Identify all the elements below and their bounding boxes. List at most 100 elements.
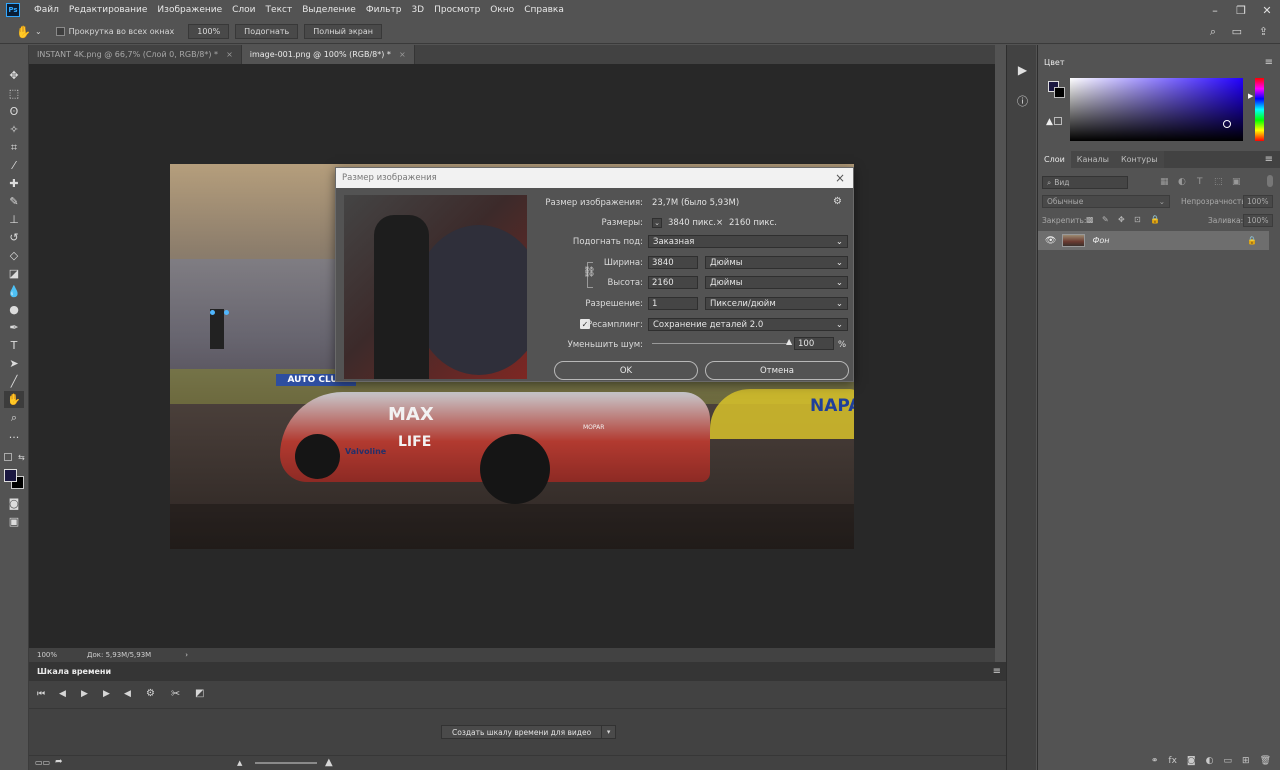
dimensions-unit-dropdown[interactable]: ⌄ [652,218,662,228]
filter-pixel-icon[interactable]: ▦ [1160,177,1169,187]
ok-button[interactable]: OK [554,361,698,380]
tab-layers[interactable]: Слои [1038,151,1071,168]
reduce-noise-slider-thumb[interactable]: ▲ [786,337,792,346]
lasso-tool-icon[interactable]: ʘ [4,103,24,120]
blur-tool-icon[interactable]: 💧 [4,283,24,300]
swap-colors-icon[interactable]: ⇆ [18,453,25,462]
panel-menu-icon[interactable]: ≡ [1265,154,1273,165]
lock-position-icon[interactable]: ✥ [1118,215,1125,224]
search-icon[interactable]: ⌕ [1210,25,1216,39]
layer-name[interactable]: Фон [1092,236,1109,245]
out-of-gamut-warning-icon[interactable]: ▲ [1046,117,1053,127]
pen-tool-icon[interactable]: ✒ [4,319,24,336]
menu-edit[interactable]: Редактирование [65,5,154,15]
render-video-icon[interactable]: ➦ [55,757,63,767]
delete-layer-icon[interactable]: 🗑 [1260,756,1271,766]
hand-tool-icon[interactable]: ✋ [16,25,31,39]
hand-tool-selected-icon[interactable]: ✋ [4,391,24,408]
lock-transparent-icon[interactable]: ▩ [1086,215,1094,224]
tab-channels[interactable]: Каналы [1070,151,1115,168]
layer-visibility-eye-icon[interactable]: 👁 [1045,236,1056,246]
lock-image-icon[interactable]: ✎ [1102,215,1109,224]
quick-mask-icon[interactable]: ◙ [4,495,24,512]
panel-menu-icon[interactable]: ≡ [993,666,1001,677]
healing-brush-tool-icon[interactable]: ✚ [4,175,24,192]
opacity-input[interactable]: 100% [1243,195,1273,208]
new-group-icon[interactable]: ▭ [1224,756,1233,766]
play-icon[interactable]: ▶ [81,689,88,699]
menu-3d[interactable]: 3D [407,5,430,15]
new-layer-icon[interactable]: ⊞ [1242,756,1250,766]
hue-slider[interactable] [1255,78,1264,141]
path-selection-tool-icon[interactable]: ➤ [4,355,24,372]
minimize-icon[interactable]: – [1202,0,1228,20]
color-picker-cursor[interactable] [1223,120,1231,128]
fit-to-select[interactable]: Заказная ⌄ [648,235,848,248]
actions-play-icon[interactable]: ▶ [1012,59,1033,80]
menu-text[interactable]: Текст [262,5,299,15]
zoom-out-icon[interactable]: ▲ [237,759,242,767]
scroll-all-checkbox[interactable] [55,27,65,36]
resample-method-select[interactable]: Сохранение деталей 2.0 ⌄ [648,318,848,331]
dialog-preview[interactable] [344,195,527,379]
split-scissors-icon[interactable]: ✂ [171,687,180,700]
scroll-all-option[interactable]: Прокрутка во всех окнах [55,27,174,36]
fit-screen-button[interactable]: Подогнать [235,24,299,39]
filter-shape-icon[interactable]: ⬚ [1214,177,1223,187]
more-tools-icon[interactable]: ··· [4,429,24,446]
brush-tool-icon[interactable]: ✎ [4,193,24,210]
height-input[interactable]: 2160 [648,276,698,289]
menu-window[interactable]: Окно [486,5,520,15]
create-video-timeline-button[interactable]: Создать шкалу времени для видео [441,725,603,739]
crop-tool-icon[interactable]: ⌗ [4,139,24,156]
first-frame-icon[interactable]: ⏮ [37,689,45,699]
resolution-input[interactable]: 1 [648,297,698,310]
status-menu-arrow[interactable]: › [185,651,188,659]
eyedropper-tool-icon[interactable]: ⁄ [4,157,24,174]
audio-icon[interactable]: ◀ [124,689,131,699]
zoom-100-button[interactable]: 100% [188,24,230,39]
filter-smart-object-icon[interactable]: ▣ [1232,177,1241,187]
link-layers-icon[interactable]: ⚭ [1151,756,1159,766]
fullscreen-button[interactable]: Полный экран [304,24,382,39]
resolution-unit-select[interactable]: Пиксели/дюйм ⌄ [705,297,848,310]
panel-menu-icon[interactable]: ≡ [1265,57,1273,68]
zoom-in-icon[interactable]: ▲ [325,757,333,768]
tab-instant-4k[interactable]: INSTANT 4K.png @ 66,7% (Слой 0, RGB/8*) … [29,45,242,64]
cancel-button[interactable]: Отмена [705,361,849,380]
restore-icon[interactable]: ❐ [1228,0,1254,20]
width-unit-select[interactable]: Дюймы ⌄ [705,256,848,269]
fill-input[interactable]: 100% [1243,214,1273,227]
next-frame-icon[interactable]: ▶ [103,689,110,699]
color-saturation-field[interactable] [1070,78,1243,141]
move-tool-icon[interactable]: ✥ [4,67,24,84]
height-unit-select[interactable]: Дюймы ⌄ [705,276,848,289]
menu-select[interactable]: Выделение [298,5,362,15]
line-tool-icon[interactable]: ╱ [4,373,24,390]
workspace-icon[interactable]: ▭ [1232,25,1242,38]
prev-frame-icon[interactable]: ◀ [59,689,66,699]
tab-paths[interactable]: Контуры [1114,151,1164,168]
magic-wand-tool-icon[interactable]: ✧ [4,121,24,138]
menu-layers[interactable]: Слои [228,5,261,15]
menu-image[interactable]: Изображение [153,5,228,15]
default-colors-icon[interactable] [4,453,12,461]
menu-filter[interactable]: Фильтр [362,5,408,15]
color-background-swatch[interactable] [1054,87,1065,98]
loop-icon[interactable]: ▭▭ [35,758,50,767]
tab-color[interactable]: Цвет [1038,54,1071,71]
menu-view[interactable]: Просмотр [430,5,486,15]
info-icon[interactable]: ⓘ [1012,90,1033,111]
transition-icon[interactable]: ◩ [195,688,204,699]
zoom-level[interactable]: 100% [37,651,57,659]
type-tool-icon[interactable]: T [4,337,24,354]
menu-help[interactable]: Справка [520,5,570,15]
filter-toggle[interactable] [1267,175,1273,187]
constrain-proportions-link-icon[interactable]: ⛓ [583,267,596,278]
blend-mode-select[interactable]: Обычные ⌄ [1042,195,1170,208]
share-icon[interactable]: ⇪ [1259,25,1268,38]
clone-stamp-tool-icon[interactable]: ⊥ [4,211,24,228]
layer-row[interactable]: 👁 Фон 🔒 [1038,231,1269,250]
filter-adjustment-icon[interactable]: ◐ [1178,177,1186,187]
zoom-tool-icon[interactable]: ⌕ [4,409,24,426]
